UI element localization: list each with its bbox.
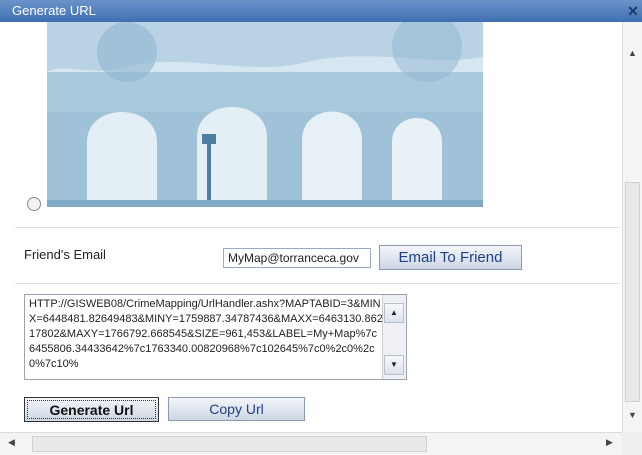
url-textarea[interactable]: HTTP://GISWEB08/CrimeMapping/UrlHandler.… <box>24 294 407 380</box>
arrow-left-icon[interactable]: ◀ <box>8 437 15 448</box>
email-to-friend-button[interactable]: Email To Friend <box>379 245 522 270</box>
arrow-down-icon[interactable]: ▼ <box>384 355 404 375</box>
copy-url-button[interactable]: Copy Url <box>168 397 305 421</box>
horizontal-scrollbar[interactable]: ◀ ▶ <box>0 432 622 455</box>
arrow-down-icon[interactable]: ▼ <box>623 410 642 420</box>
generate-url-button[interactable]: Generate Url <box>24 397 159 422</box>
arrow-up-icon[interactable]: ▲ <box>384 303 404 323</box>
window-title: Generate URL <box>12 3 96 18</box>
friends-email-label: Friend's Email <box>24 247 106 262</box>
arches-photo <box>47 22 483 207</box>
vertical-scroll-thumb[interactable] <box>625 182 640 402</box>
url-text[interactable]: HTTP://GISWEB08/CrimeMapping/UrlHandler.… <box>29 297 383 377</box>
url-scrollbar[interactable]: ▲ ▼ <box>382 295 406 379</box>
map-option-radio[interactable] <box>27 197 41 211</box>
arrow-right-icon[interactable]: ▶ <box>606 437 613 448</box>
divider <box>15 227 620 228</box>
dialog-content: Friend's Email Email To Friend HTTP://GI… <box>0 22 622 432</box>
arrow-up-icon[interactable]: ▲ <box>623 48 642 58</box>
close-icon[interactable]: ✕ <box>626 3 640 19</box>
map-thumbnail-image <box>47 22 483 207</box>
friends-email-field[interactable] <box>223 248 371 268</box>
scroll-corner <box>622 432 642 455</box>
vertical-scrollbar[interactable]: ▲ ▼ <box>622 22 642 432</box>
horizontal-scroll-thumb[interactable] <box>32 436 427 452</box>
divider <box>15 283 620 284</box>
title-bar: Generate URL ✕ <box>0 0 642 22</box>
